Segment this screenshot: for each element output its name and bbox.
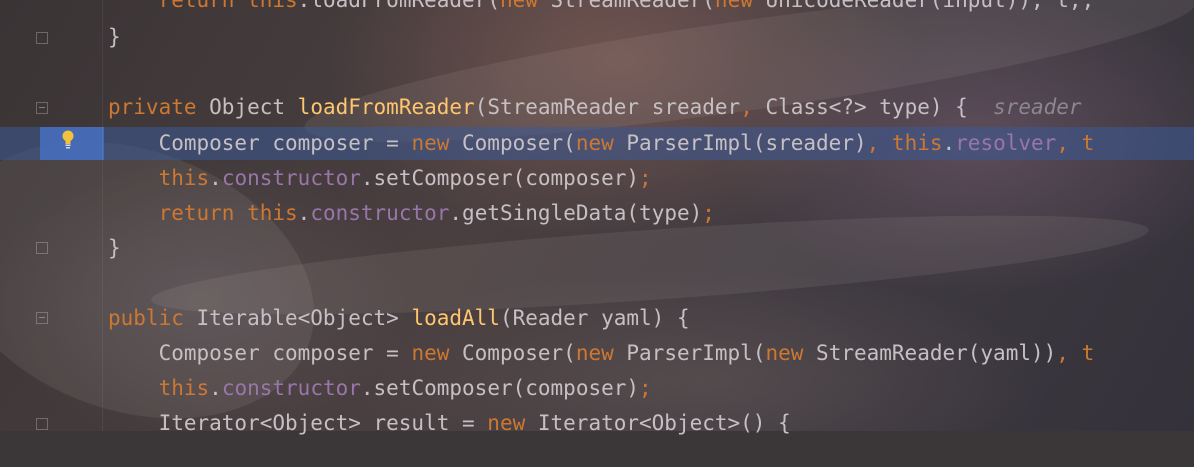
code-token: loadAll — [411, 306, 500, 330]
code-token: Composer composer = — [108, 131, 412, 155]
code-token: , t — [1056, 131, 1095, 155]
code-token: . — [209, 376, 222, 400]
code-token: Composer composer = — [108, 341, 412, 365]
code-line[interactable]: return this.constructor.getSingleData(ty… — [108, 196, 715, 231]
code-token: ; — [639, 376, 652, 400]
code-line[interactable]: public Iterable<Object> loadAll(Reader y… — [108, 301, 690, 336]
code-line[interactable]: } — [108, 231, 121, 266]
code-token: ; — [639, 166, 652, 190]
code-line[interactable]: Composer composer = new Composer(new Par… — [108, 336, 1095, 371]
code-token: this — [158, 166, 210, 190]
code-token: constructor — [221, 166, 361, 190]
code-token: Class<?> type) { — [752, 95, 994, 119]
code-token: new — [411, 341, 450, 365]
code-editor[interactable]: return this.loadFromReader(new StreamRea… — [0, 0, 1194, 435]
code-line[interactable]: Iterator<Object> result = new Iterator<O… — [108, 406, 791, 441]
code-token: , t — [1056, 341, 1095, 365]
code-token: StreamReader( — [537, 0, 715, 12]
code-token: Iterator<Object>() { — [525, 411, 791, 435]
code-line[interactable]: this.constructor.setComposer(composer); — [108, 371, 652, 406]
code-token: ParserImpl( — [613, 341, 766, 365]
code-token: StreamReader(yaml)) — [803, 341, 1057, 365]
code-token: . — [297, 201, 311, 225]
code-token: UnicodeReader(input)), t,; — [752, 0, 1095, 12]
code-token: resolver — [955, 131, 1057, 155]
code-token: Iterable<Object> — [183, 306, 412, 330]
code-token: Iterator<Object> result = — [108, 411, 488, 435]
code-token: loadFromReader — [297, 95, 475, 119]
code-token: .setComposer(composer) — [360, 376, 640, 400]
code-token: return — [158, 201, 235, 225]
code-token: . — [209, 166, 222, 190]
code-line[interactable]: } — [108, 20, 121, 55]
code-token: new — [765, 341, 804, 365]
code-token: new — [714, 0, 753, 12]
code-token: constructor — [310, 201, 450, 225]
code-line[interactable]: private Object loadFromReader(StreamRead… — [108, 90, 1082, 125]
code-line[interactable]: return this.loadFromReader(new StreamRea… — [108, 0, 1095, 18]
code-token: new — [487, 411, 526, 435]
code-token: Composer( — [449, 131, 576, 155]
code-token: new — [575, 131, 614, 155]
code-token: (Reader yaml) { — [499, 306, 690, 330]
code-token: (StreamReader sreader — [474, 95, 741, 119]
code-token: . — [942, 131, 956, 155]
code-token: .loadFromReader( — [297, 0, 500, 12]
code-token: .getSingleData(type) — [449, 201, 703, 225]
code-token: new — [499, 0, 538, 12]
code-token: ParserImpl(sreader) — [613, 131, 867, 155]
code-token: this — [891, 131, 943, 155]
code-token: Object — [196, 95, 298, 119]
code-token: , — [740, 95, 753, 119]
code-line[interactable]: this.constructor.setComposer(composer); — [108, 161, 652, 196]
code-token: this — [247, 201, 298, 225]
code-token: new — [575, 341, 614, 365]
code-token: new — [411, 131, 450, 155]
code-token: this — [158, 376, 210, 400]
code-token: Composer( — [449, 341, 576, 365]
code-token: this — [247, 0, 298, 12]
code-token: constructor — [221, 376, 361, 400]
code-token: , — [866, 131, 892, 155]
code-token: private — [108, 95, 197, 119]
code-token: return — [158, 0, 235, 12]
code-token: sreader — [993, 95, 1082, 119]
code-token: .setComposer(composer) — [360, 166, 640, 190]
code-line[interactable]: Composer composer = new Composer(new Par… — [108, 126, 1095, 161]
code-token: } — [108, 25, 121, 49]
code-token: } — [108, 236, 121, 260]
code-token: ; — [702, 201, 715, 225]
code-token: public — [108, 306, 184, 330]
